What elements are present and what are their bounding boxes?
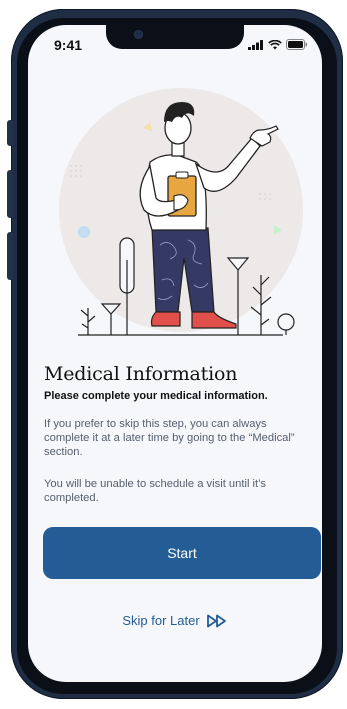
page-subtitle: Please complete your medical information… [44, 390, 268, 402]
doctor-illustration [59, 88, 303, 336]
volume-up-button [7, 170, 13, 218]
volume-down-button [7, 232, 13, 280]
fast-forward-icon [206, 614, 226, 627]
mute-switch [7, 120, 13, 146]
battery-icon [286, 39, 307, 50]
status-time: 9:41 [54, 37, 83, 53]
skip-for-later-label: Skip for Later [122, 613, 200, 628]
page-title: Medical Information [44, 363, 238, 385]
wifi-icon [268, 39, 282, 49]
skip-for-later-button[interactable]: Skip for Later [28, 613, 322, 628]
signal-icon [248, 39, 263, 50]
start-button[interactable]: Start [43, 527, 321, 579]
screen: 9:41 Medical Information Please complete… [28, 25, 322, 682]
notch [106, 25, 244, 49]
info-paragraph-skip: If you prefer to skip this step, you can… [44, 418, 295, 458]
start-button-label: Start [167, 545, 197, 561]
status-icons [248, 39, 308, 50]
info-paragraph-warning: You will be unable to schedule a visit u… [44, 478, 267, 504]
camera [135, 31, 142, 38]
